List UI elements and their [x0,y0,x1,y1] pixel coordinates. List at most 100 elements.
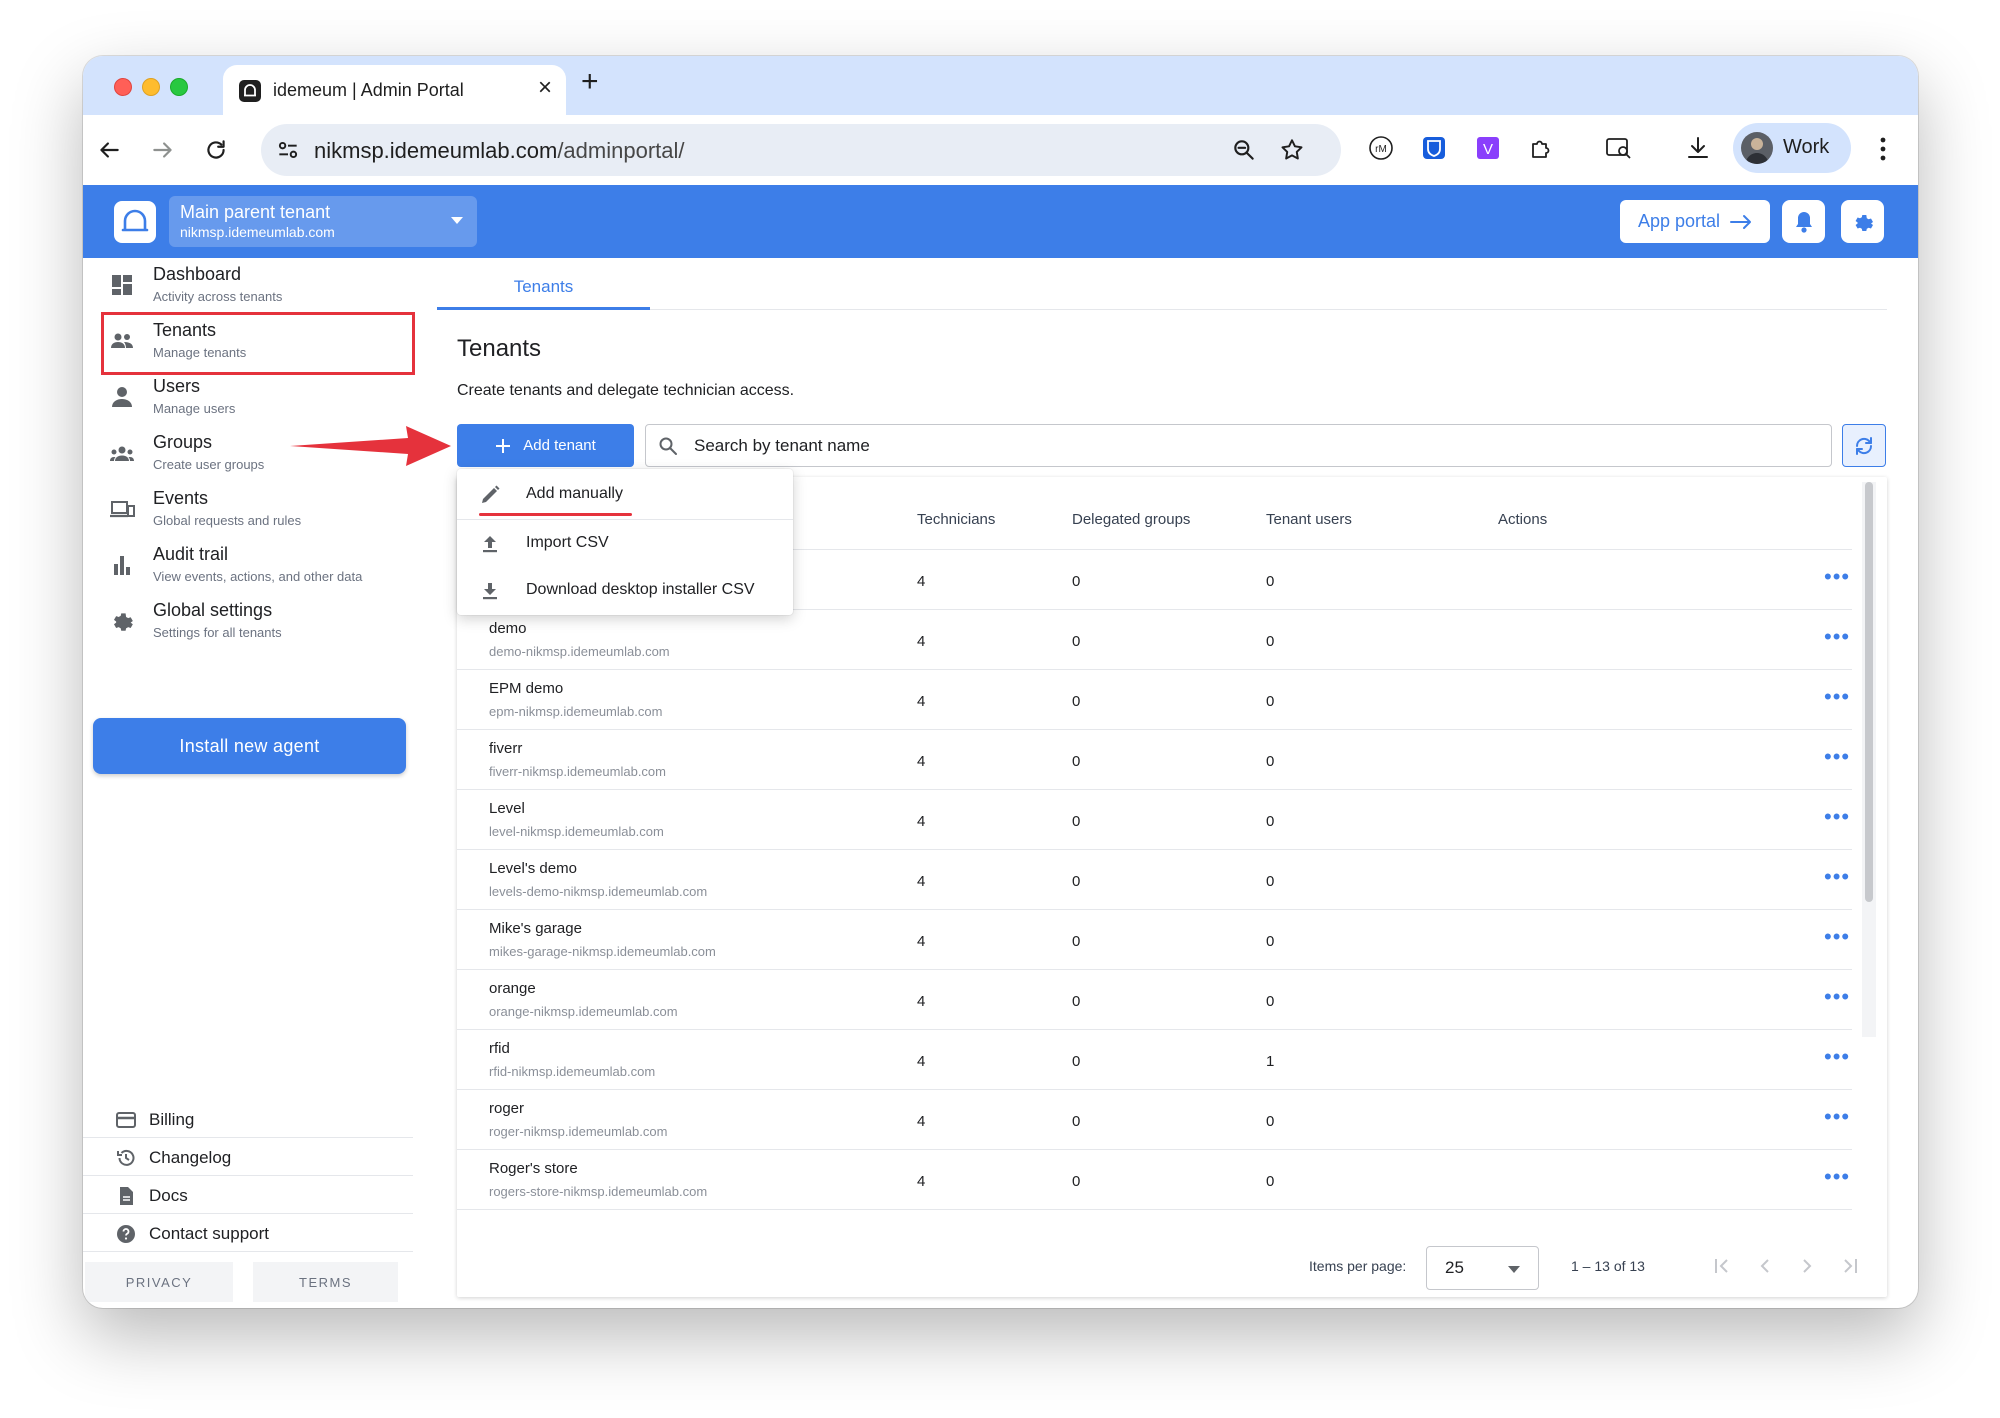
sidebar-item-sub: Manage users [153,401,236,416]
bookmark-star-icon[interactable] [1279,137,1305,163]
install-new-agent-button[interactable]: Install new agent [93,718,406,774]
tenant-users-cell: 0 [1266,933,1275,950]
table-row[interactable]: fiverr fiverr-nikmsp.idemeumlab.com 4 0 0 ••• [457,730,1852,790]
close-tab-icon[interactable]: × [538,76,552,100]
table-row[interactable]: roger roger-nikmsp.idemeumlab.com 4 0 0 ••• [457,1090,1852,1150]
tenant-domain-cell: rogers-store-nikmsp.idemeumlab.com [489,1184,708,1199]
menu-item-import-csv[interactable]: Import CSV [457,520,793,568]
browser-menu-icon[interactable] [1880,136,1886,162]
sidebar-item-dashboard[interactable]: Dashboard Activity across tenants [97,258,413,314]
person-icon [112,387,132,407]
forward-icon[interactable] [148,135,178,165]
technicians-cell: 4 [917,813,926,830]
back-icon[interactable] [94,135,124,165]
more-actions-icon[interactable]: ••• [1824,686,1850,708]
sidebar-item-users[interactable]: Users Manage users [97,370,413,426]
site-settings-icon[interactable] [275,137,301,163]
more-actions-icon[interactable]: ••• [1824,626,1850,648]
bitwarden-icon[interactable] [1419,133,1449,163]
reload-icon[interactable] [201,135,231,165]
table-row[interactable]: orange orange-nikmsp.idemeumlab.com 4 0 0 ••• [457,970,1852,1030]
tenant-domain-cell: rfid-nikmsp.idemeumlab.com [489,1064,656,1079]
tenant-users-cell: 0 [1266,1113,1275,1130]
items-per-page-select[interactable]: 25 [1426,1246,1539,1290]
refresh-button[interactable] [1842,424,1886,467]
sidebar-item-events[interactable]: Events Global requests and rules [97,482,413,538]
technicians-cell: 4 [917,633,926,650]
sidebar-link-billing[interactable]: Billing [83,1100,413,1138]
table-row[interactable]: Level level-nikmsp.idemeumlab.com 4 0 0 ••• [457,790,1852,850]
tab-search-icon[interactable] [1604,133,1634,163]
table-row[interactable]: Level's demo levels-demo-nikmsp.idemeumla… [457,850,1852,910]
settings-button[interactable] [1841,200,1884,243]
tab-tenants[interactable]: Tenants [437,266,650,310]
sidebar-link-contact-support[interactable]: Contact support [83,1214,413,1252]
sidebar-item-global-settings[interactable]: Global settings Settings for all tenants [97,594,413,650]
v-extension-icon[interactable]: V [1473,133,1503,163]
tenant-name-cell: orange [489,980,536,997]
browser-tab[interactable]: idemeum | Admin Portal × [223,65,566,115]
add-tenant-menu: Add manually Import CSV Download desktop… [457,469,793,615]
sidebar-item-sub: Create user groups [153,457,265,472]
rm-extension-icon[interactable]: rM [1366,133,1396,163]
menu-item-add-manually[interactable]: Add manually [457,471,793,519]
svg-text:rM: rM [1375,144,1387,155]
tenant-switcher[interactable]: Main parent tenant nikmsp.idemeumlab.com [169,196,477,247]
menu-item-download-installer-csv[interactable]: Download desktop installer CSV [457,567,793,615]
sidebar-link-label: Changelog [149,1148,232,1167]
downloads-icon[interactable] [1683,133,1713,163]
annotation-arrow-icon [290,426,451,466]
idemeum-logo-icon[interactable] [114,201,156,243]
new-tab-icon[interactable]: + [581,67,599,97]
more-actions-icon[interactable]: ••• [1824,926,1850,948]
last-page-icon[interactable] [1837,1253,1863,1279]
tenant-name-cell: Level's demo [489,860,577,877]
app-portal-button[interactable]: App portal [1620,200,1770,243]
minimize-window-button[interactable] [142,78,160,96]
first-page-icon[interactable] [1709,1253,1735,1279]
more-actions-icon[interactable]: ••• [1824,1106,1850,1128]
sidebar-item-sub: Settings for all tenants [153,625,282,640]
previous-page-icon[interactable] [1752,1253,1778,1279]
table-row[interactable]: demo demo-nikmsp.idemeumlab.com 4 0 0 ••• [457,610,1852,670]
more-actions-icon[interactable]: ••• [1824,1046,1850,1068]
maximize-window-button[interactable] [170,78,188,96]
table-row[interactable]: Roger's store rogers-store-nikmsp.idemeum… [457,1150,1852,1210]
delegated-groups-cell: 0 [1072,873,1081,890]
table-row[interactable]: rfid rfid-nikmsp.idemeumlab.com 4 0 1 ••• [457,1030,1852,1090]
tenant-domain-cell: roger-nikmsp.idemeumlab.com [489,1124,668,1139]
more-actions-icon[interactable]: ••• [1824,806,1850,828]
sidebar-item-label: Users [153,376,201,396]
terms-link[interactable]: TERMS [253,1262,398,1302]
more-actions-icon[interactable]: ••• [1824,746,1850,768]
add-tenant-button[interactable]: Add tenant [457,424,634,467]
address-bar[interactable]: nikmsp.idemeumlab.com/adminportal/ [261,124,1341,176]
table-row[interactable]: EPM demo epm-nikmsp.idemeumlab.com 4 0 0 ••• [457,670,1852,730]
profile-button[interactable]: Work [1733,123,1851,173]
sidebar-item-audit-trail[interactable]: Audit trail View events, actions, and ot… [97,538,413,594]
tenant-name-cell: EPM demo [489,680,564,697]
close-window-button[interactable] [114,78,132,96]
search-input[interactable] [694,431,1794,461]
more-actions-icon[interactable]: ••• [1824,1166,1850,1188]
privacy-link[interactable]: PRIVACY [85,1262,233,1302]
sidebar-link-changelog[interactable]: Changelog [83,1138,413,1176]
more-actions-icon[interactable]: ••• [1824,866,1850,888]
scrollbar-thumb[interactable] [1865,482,1873,902]
more-actions-icon[interactable]: ••• [1824,986,1850,1008]
table-row[interactable]: Mike's garage mikes-garage-nikmsp.idemeum… [457,910,1852,970]
extensions-puzzle-icon[interactable] [1526,133,1556,163]
table-scrollbar[interactable] [1862,482,1876,1037]
sidebar-link-docs[interactable]: Docs [83,1176,413,1214]
pencil-icon [482,485,500,503]
card-icon [116,1112,136,1128]
download-icon [483,583,497,600]
more-actions-icon[interactable]: ••• [1824,566,1850,588]
delegated-groups-cell: 0 [1072,933,1081,950]
delegated-groups-cell: 0 [1072,813,1081,830]
next-page-icon[interactable] [1794,1253,1820,1279]
sidebar-item-label: Dashboard [153,264,242,284]
technicians-cell: 4 [917,933,926,950]
notifications-button[interactable] [1782,200,1825,243]
zoom-icon[interactable] [1231,137,1257,163]
